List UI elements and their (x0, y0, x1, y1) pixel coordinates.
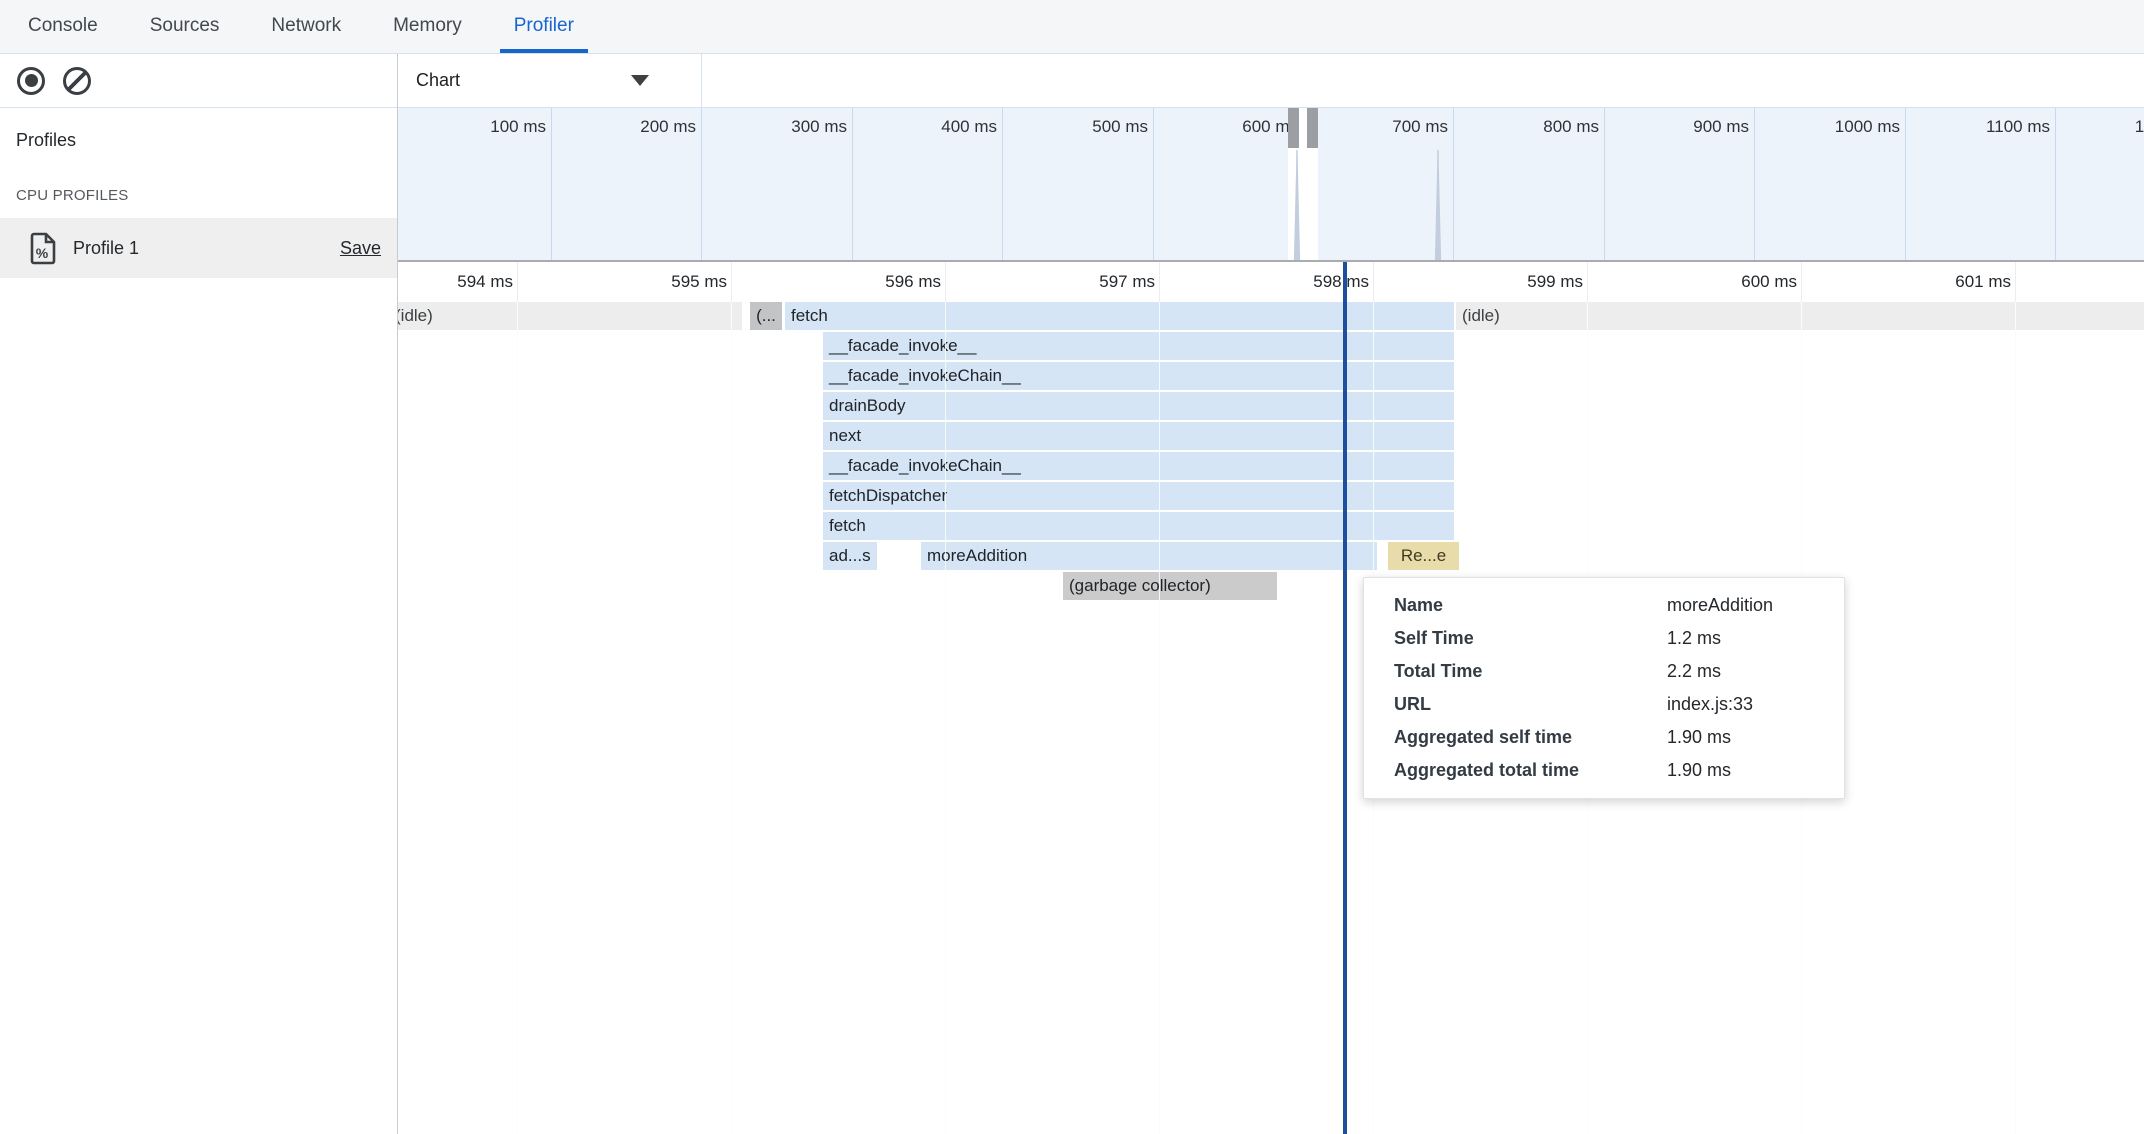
playhead-line[interactable] (1343, 262, 1347, 1134)
timeline-gridline-overlay (2015, 302, 2016, 1134)
view-mode-value: Chart (416, 70, 460, 91)
overview-tick-label: 1200 ms (2050, 117, 2144, 137)
flame-bar[interactable]: ad...s (823, 542, 877, 570)
timeline-tick-label: 601 ms (1871, 272, 2011, 292)
tooltip-row-value: moreAddition (1667, 589, 1830, 622)
overview-tick-label: 1100 ms (1900, 117, 2050, 137)
flame-bar[interactable]: (idle) (398, 302, 742, 330)
tab-profiler[interactable]: Profiler (500, 0, 588, 53)
timeline-tick-label: 597 ms (1015, 272, 1155, 292)
timeline-tick-label: 595 ms (587, 272, 727, 292)
selection-left-handle[interactable] (1288, 108, 1299, 148)
overview-tick-label: 600 ms (1148, 117, 1298, 137)
tooltip-row-value: 1.90 ms (1667, 721, 1830, 754)
flame-bar[interactable]: drainBody (823, 392, 1454, 420)
flame-chart[interactable]: (idle)(...fetch(idle)__facade_invoke____… (398, 302, 2144, 1134)
cpu-activity-spike (1432, 150, 1444, 260)
overview-tick-label: 500 ms (998, 117, 1148, 137)
dropdown-arrow-icon (631, 75, 649, 86)
record-dot (25, 74, 38, 87)
tooltip-row-value: 2.2 ms (1667, 655, 1830, 688)
flame-chart-detail: 594 ms 595 ms 596 ms 597 ms 598 ms 599 ms 600 … (398, 262, 2144, 1134)
overview-tick-label: 1000 ms (1750, 117, 1900, 137)
tooltip-row-value: 1.90 ms (1667, 754, 1830, 787)
tab-sources[interactable]: Sources (136, 0, 234, 53)
timeline-tick-label: 598 ms (1229, 272, 1369, 292)
tooltip-row-label: Name (1394, 589, 1667, 622)
frame-tooltip: NamemoreAdditionSelf Time1.2 msTotal Tim… (1363, 577, 1845, 799)
profile-name: Profile 1 (73, 238, 139, 259)
overview-tick-label: 800 ms (1449, 117, 1599, 137)
sidebar-toolbar (0, 54, 397, 108)
timeline-tick-label: 600 ms (1657, 272, 1797, 292)
clear-icon[interactable] (63, 67, 91, 95)
overview-tick-label: 300 ms (697, 117, 847, 137)
devtools-window: Console Sources Network Memory Profiler Prof… (0, 0, 2144, 1134)
timeline-gridline-overlay (731, 302, 732, 1134)
flame-bar[interactable]: (... (750, 302, 782, 330)
tooltip-row-label: Self Time (1394, 622, 1667, 655)
overview-tick-label: 900 ms (1599, 117, 1749, 137)
selection-right-handle[interactable] (1307, 108, 1318, 148)
flame-bar[interactable]: (garbage collector) (1063, 572, 1277, 600)
tooltip-row-value: 1.2 ms (1667, 622, 1830, 655)
timeline-gridline-overlay (945, 302, 946, 1134)
tab-memory[interactable]: Memory (379, 0, 476, 53)
timeline-tick-label: 596 ms (801, 272, 941, 292)
flame-bar[interactable]: fetchDispatcher (823, 482, 1454, 510)
overview-tick-label: 200 ms (546, 117, 696, 137)
profiles-heading: Profiles (16, 130, 397, 151)
tooltip-row-label: Aggregated self time (1394, 721, 1667, 754)
flame-bar[interactable]: __facade_invokeChain__ (823, 362, 1454, 390)
tooltip-row-label: URL (1394, 688, 1667, 721)
devtools-tab-bar: Console Sources Network Memory Profiler (0, 0, 2144, 54)
tooltip-row-label: Aggregated total time (1394, 754, 1667, 787)
timeline-tick-label: 594 ms (398, 272, 513, 292)
flame-bar[interactable]: fetch (823, 512, 1454, 540)
view-mode-select[interactable]: Chart (398, 54, 702, 107)
profile-list-item[interactable]: % Profile 1 Save (0, 218, 397, 278)
profiler-sidebar: Profiles CPU PROFILES % Profile 1 Save (0, 54, 398, 1134)
tab-console[interactable]: Console (14, 0, 112, 53)
flame-bar[interactable]: fetch (785, 302, 1454, 330)
overview-tick-label: 100 ms (398, 117, 546, 137)
record-icon[interactable] (17, 67, 45, 95)
flame-bar[interactable]: next (823, 422, 1454, 450)
main-toolbar: Chart (398, 54, 2144, 108)
flame-bar[interactable]: (idle) (1456, 302, 2144, 330)
tooltip-row-value: index.js:33 (1667, 688, 1830, 721)
profile-document-icon: % (30, 232, 57, 265)
flame-bar[interactable]: Re...e (1388, 542, 1459, 570)
sidebar-body: Profiles CPU PROFILES % Profile 1 Save (0, 108, 397, 278)
tab-network[interactable]: Network (257, 0, 355, 53)
overview-tick-label: 700 ms (1298, 117, 1448, 137)
timeline-gridline-overlay (1159, 302, 1160, 1134)
tooltip-row-label: Total Time (1394, 655, 1667, 688)
timeline-ruler: 594 ms 595 ms 596 ms 597 ms 598 ms 599 ms 600 … (398, 262, 2144, 302)
flame-bar[interactable]: moreAddition (921, 542, 1377, 570)
timeline-overview[interactable]: 100 ms200 ms300 ms400 ms500 ms600 ms700 … (398, 108, 2144, 262)
flame-bar[interactable]: __facade_invokeChain__ (823, 452, 1454, 480)
timeline-tick-label: 599 ms (1443, 272, 1583, 292)
profiler-main: Chart 100 ms200 ms300 ms400 ms500 ms600 … (398, 54, 2144, 1134)
flame-bar[interactable]: __facade_invoke__ (823, 332, 1454, 360)
overview-tick-label: 400 ms (847, 117, 997, 137)
timeline-gridline-overlay (517, 302, 518, 1134)
cpu-profiles-section-label: CPU PROFILES (16, 187, 397, 204)
svg-text:%: % (36, 245, 49, 261)
save-profile-link[interactable]: Save (340, 238, 381, 259)
devtools-content: Profiles CPU PROFILES % Profile 1 Save C… (0, 54, 2144, 1134)
